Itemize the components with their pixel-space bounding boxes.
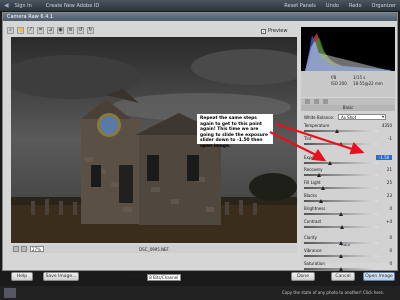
slider-label: Blacks [304,193,317,198]
preview-label: Preview [268,28,288,34]
open-image-button[interactable]: Open Image [363,272,395,281]
done-button[interactable]: Done [291,272,315,281]
redo-button[interactable]: Redo [349,3,362,9]
white-balance-label: White Balance: [304,114,335,120]
help-button[interactable]: Help [11,272,33,281]
slider-thumb[interactable] [335,129,340,133]
slider-label: Temperature [304,123,330,128]
slider-label: Contrast [304,218,322,224]
tab-camera-calibration[interactable] [323,99,328,104]
slider-track[interactable] [304,161,378,164]
slider-thumb[interactable] [339,241,343,246]
straighten-tool-icon[interactable]: ⊿ [47,26,54,34]
file-name: DSC_0995.NEF [139,246,169,252]
depth-control: Depth: 8 Bits/Channel [129,274,182,281]
slider-value-field[interactable]: +4 [376,219,392,224]
organizer-button[interactable]: Organizer [372,3,396,9]
preview-checkbox[interactable]: ✓ Preview [261,28,287,34]
slider-label: Vibrance [304,248,322,254]
slider-label: Tint [304,135,312,141]
back-arrow-icon[interactable]: ◀ [4,2,9,9]
app-top-bar: ◀ Sign In Create New Adobe ID Reset Pane… [0,0,400,11]
exif-aperture: f/8 [331,75,337,80]
save-image-button[interactable]: Save Image... [43,272,79,281]
slider-thumb[interactable] [327,160,332,165]
slider-thumb[interactable] [339,141,343,146]
histogram-graph [305,33,391,71]
exif-info: f/8 1/15 s ISO 200 18-55@22 mm [301,71,395,97]
slider-value-field[interactable]: 0 [376,206,392,211]
undo-button[interactable]: Undo [326,3,339,9]
hand-tool-icon[interactable]: ✋ [17,26,24,34]
slider-contrast[interactable]: Contrast +4 [304,219,392,232]
exif-shutter: 1/15 s [353,75,366,80]
slider-value-field[interactable]: 23 [376,193,392,198]
create-id-link[interactable]: Create New Adobe ID [46,3,99,9]
slider-value-field[interactable]: 25 [376,180,392,185]
slider-thumb[interactable] [319,199,324,203]
slider-recovery[interactable]: Recovery 21 [304,167,392,180]
slider-track[interactable] [304,200,378,202]
slider-label: Saturation [304,261,325,266]
exif-iso: ISO 200 [331,81,347,86]
slider-value-field[interactable]: -1.50 [376,154,392,160]
exif-focal: 18-55@22 mm [353,81,383,86]
slider-value-field[interactable]: 0 [376,235,392,240]
white-balance-select[interactable]: As Shot [338,114,386,120]
slider-thumb[interactable] [339,254,343,259]
crop-tool-icon[interactable]: ⌗ [37,26,44,34]
rotate-left-icon[interactable]: ↺ [77,26,84,34]
slider-temperature[interactable]: Temperature 4350 [304,123,392,136]
slider-value-field[interactable]: 0 [376,261,392,266]
slider-thumb[interactable] [339,211,343,216]
slider-value-field[interactable]: 0 [376,248,392,253]
slider-thumb[interactable] [340,224,345,229]
histogram [301,27,395,71]
tab-detail[interactable] [314,99,319,104]
rotate-right-icon[interactable]: ↻ [87,26,94,34]
tutorial-note: Repeat the same steps again to get to th… [197,114,273,149]
slider-vibrance[interactable]: Vibrance 0 [304,248,392,261]
red-eye-tool-icon[interactable]: ◉ [57,26,64,34]
slider-track[interactable] [304,174,378,177]
slider-blacks[interactable]: Blacks 23 [304,193,392,206]
reset-panels-button[interactable]: Reset Panels [284,3,316,9]
panel-tabs [301,98,395,105]
dialog-title: Camera Raw 6.4.1 [3,13,397,21]
white-balance-row: White Balance: As Shot [304,113,392,121]
slider-value-field[interactable]: 4350 [376,123,392,128]
white-balance-tool-icon[interactable]: ⁄ [27,26,34,34]
slider-track[interactable] [304,130,378,132]
slider-track[interactable] [304,187,378,190]
photo-thumbnail[interactable] [4,288,16,298]
slider-label: Exposure [304,154,323,160]
slider-thumb[interactable] [320,186,325,191]
slider-label: Fill Light [304,180,321,186]
zoom-bar: 27% DSC_0995.NEF [11,245,297,253]
slider-brightness[interactable]: Brightness 0 [304,206,392,219]
slider-tint[interactable]: Tint -1 [304,136,392,149]
sign-in-link[interactable]: Sign In [15,3,32,9]
cancel-button[interactable]: Cancel [331,272,355,281]
slider-exposure[interactable]: Exposure -1.50 [304,154,392,168]
depth-label: Depth: [129,275,145,280]
tool-bar: ⌕ ✋ ⁄ ⌗ ⊿ ◉ ≡ ↺ ↻ [7,25,297,35]
preferences-icon[interactable]: ≡ [67,26,74,34]
slider-thumb[interactable] [316,173,321,178]
dialog-button-bar: Help Save Image... Depth: 8 Bits/Channel… [5,270,400,284]
tab-basic[interactable] [305,99,310,104]
slider-label: Recovery [304,167,323,173]
status-bar: Copy the state of any photo to another! … [0,286,400,300]
zoom-tool-icon[interactable]: ⌕ [7,26,14,34]
depth-select[interactable]: 8 Bits/Channel [147,274,182,281]
slider-value-field[interactable]: -1 [376,136,392,141]
slider-value-field[interactable]: 21 [376,167,392,172]
slider-label: Clarity [304,235,318,241]
basic-controls: White Balance: As Shot Auto Temperature4… [301,111,395,271]
preview-checkbox-box[interactable]: ✓ [261,28,266,34]
slider-clarity[interactable]: Clarity 0 [304,235,392,248]
status-message[interactable]: Copy the state of any photo to another! … [282,290,384,295]
slider-label: Brightness [304,205,326,211]
slider-fill-light[interactable]: Fill Light 25 [304,180,392,193]
